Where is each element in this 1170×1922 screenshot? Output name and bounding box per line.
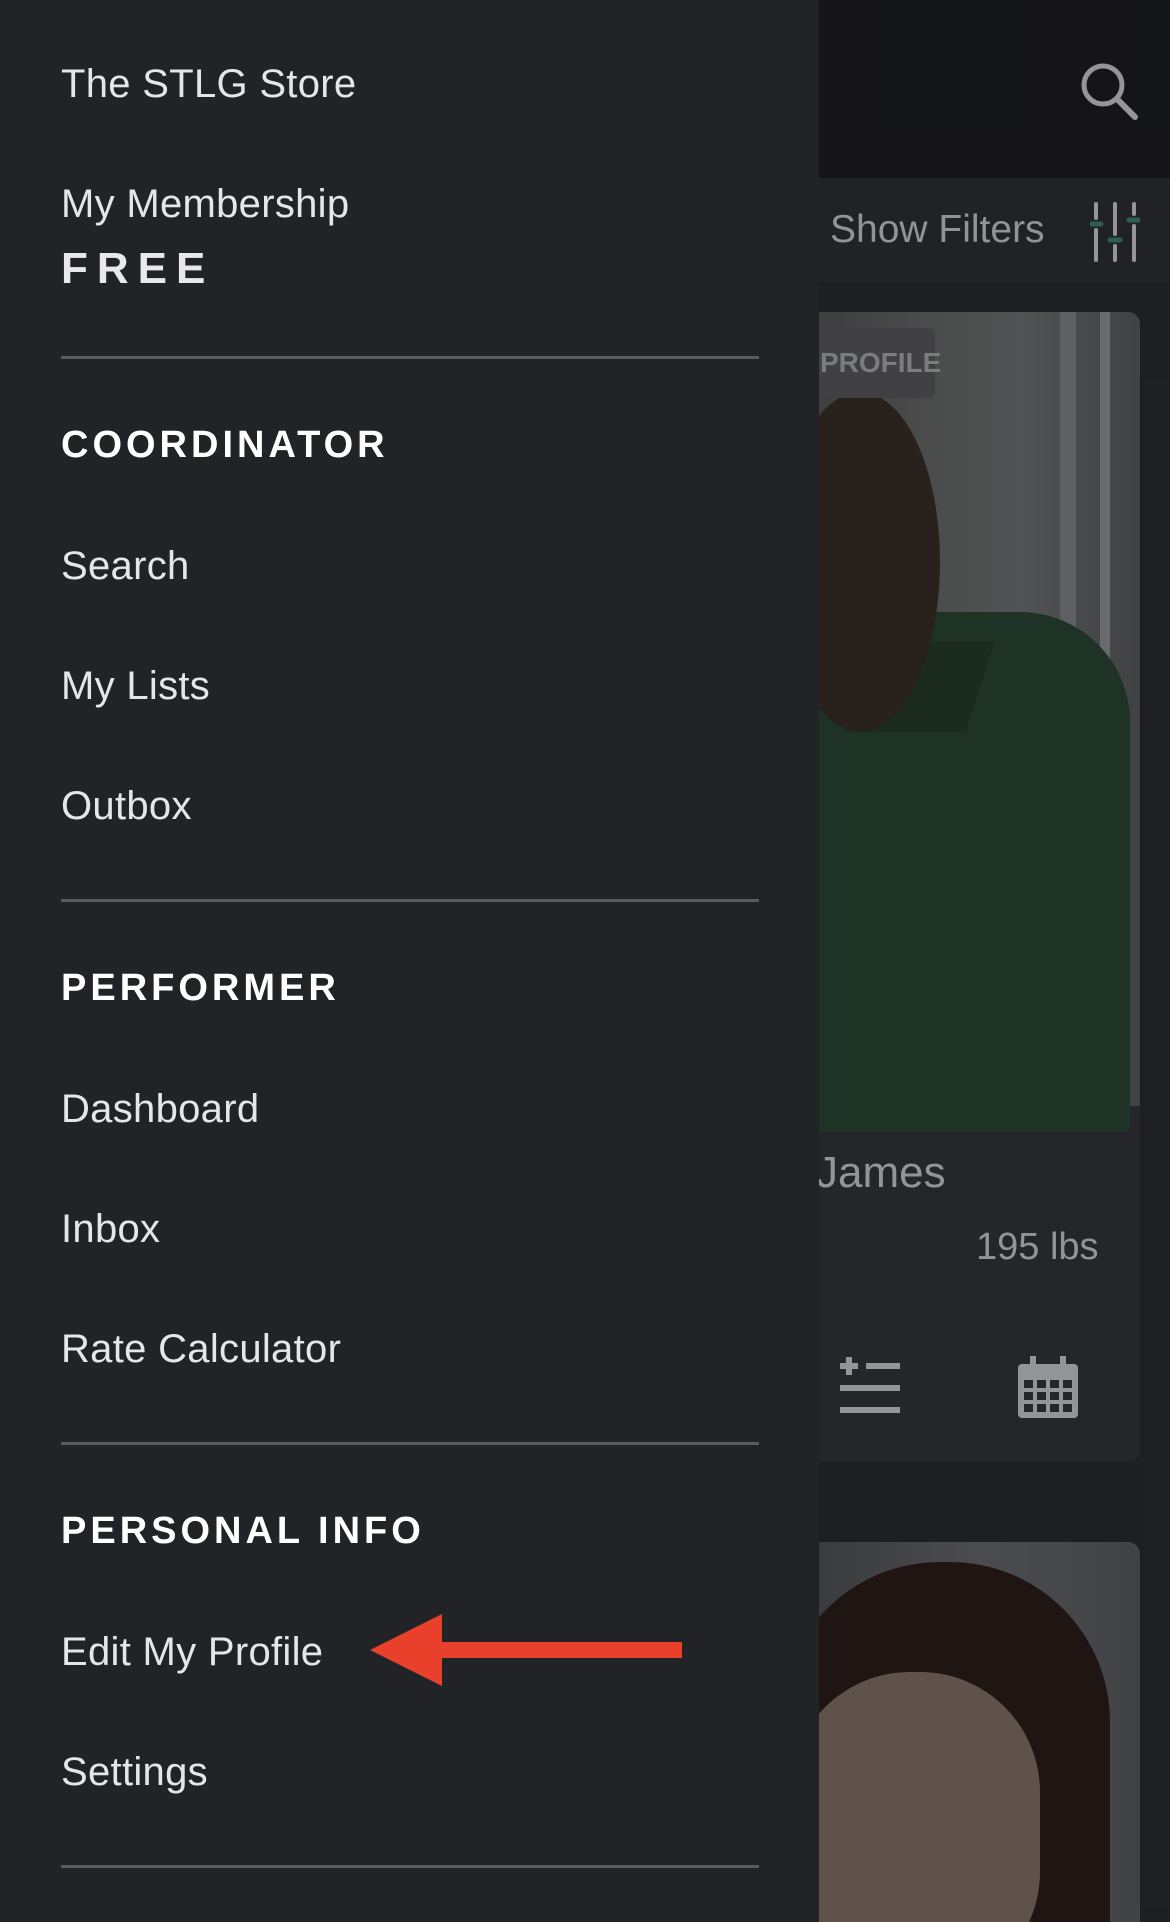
menu-item-settings[interactable]: Settings — [61, 1750, 208, 1795]
menu-item-search[interactable]: Search — [61, 544, 190, 589]
membership-label[interactable]: My Membership — [61, 182, 349, 227]
menu-item-outbox[interactable]: Outbox — [61, 784, 192, 829]
section-heading-performer: PERFORMER — [61, 967, 340, 1009]
menu-item-dashboard[interactable]: Dashboard — [61, 1087, 259, 1132]
menu-item-inbox[interactable]: Inbox — [61, 1207, 160, 1252]
annotation-arrow-icon — [370, 1614, 682, 1686]
section-heading-personal-info: PERSONAL INFO — [61, 1510, 425, 1552]
membership-tier: FREE — [61, 244, 215, 293]
menu-item-edit-my-profile[interactable]: Edit My Profile — [61, 1630, 323, 1675]
divider — [61, 356, 759, 359]
section-heading-coordinator: COORDINATOR — [61, 424, 389, 466]
menu-item-rate-calculator[interactable]: Rate Calculator — [61, 1327, 341, 1372]
divider — [61, 1865, 759, 1868]
menu-item-my-lists[interactable]: My Lists — [61, 664, 210, 709]
store-link[interactable]: The STLG Store — [61, 62, 356, 107]
divider — [61, 1442, 759, 1445]
divider — [61, 899, 759, 902]
